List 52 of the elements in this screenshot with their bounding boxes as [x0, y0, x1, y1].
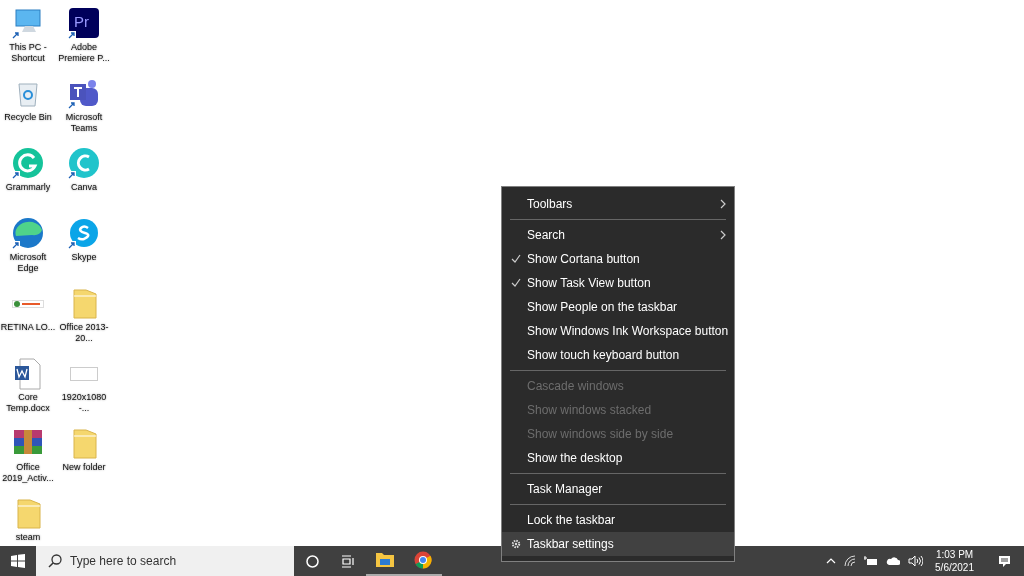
menu-item[interactable]: Show Windows Ink Workspace button [502, 319, 734, 343]
chevron-up-icon[interactable] [826, 558, 837, 564]
menu-item[interactable]: Task Manager [502, 477, 734, 501]
desktop-shortcut[interactable]: This PC - Shortcut [0, 4, 56, 64]
desktop-shortcut[interactable]: Pr Adobe Premiere P... [56, 4, 112, 64]
network-icon[interactable] [844, 555, 857, 567]
settings-icon [511, 539, 521, 549]
chevron-right-icon [720, 230, 726, 240]
menu-item[interactable]: Show the desktop [502, 446, 734, 470]
menu-item[interactable]: Taskbar settings [502, 532, 734, 556]
chevron-right-icon [720, 199, 726, 209]
pr-icon [66, 6, 102, 42]
clock[interactable]: 1:03 PM 5/6/2021 [931, 548, 978, 574]
desktop-shortcut[interactable]: Office 2013-20... [56, 284, 112, 344]
search-field[interactable]: Type here to search [36, 546, 294, 576]
menu-item[interactable]: Show Task View button [502, 271, 734, 295]
desktop-shortcut[interactable]: Core Temp.docx [0, 354, 56, 414]
speaker-icon[interactable] [908, 555, 924, 567]
desktop-shortcut[interactable]: Office 2019_Activ... [0, 424, 56, 484]
desktop-shortcut[interactable]: Recycle Bin [0, 74, 56, 123]
desktop-shortcut[interactable]: 1920x1080 -... [56, 354, 112, 414]
chrome-icon [413, 550, 433, 570]
desktop-shortcut[interactable]: Microsoft Edge [0, 214, 56, 274]
checkmark-icon [511, 254, 521, 263]
search-icon [48, 554, 62, 568]
battery-icon[interactable] [864, 556, 879, 566]
desktop-shortcut[interactable]: steam [0, 494, 56, 543]
menu-item[interactable]: Show People on the taskbar [502, 295, 734, 319]
menu-item[interactable]: Toolbars [502, 192, 734, 216]
desktop-shortcut[interactable]: Skype [56, 214, 112, 263]
grammarly-icon [10, 146, 46, 182]
menu-item[interactable]: Search [502, 223, 734, 247]
logo-text: Pr [74, 13, 89, 31]
edge-icon [10, 216, 46, 252]
desktop-shortcut[interactable]: New folder [56, 424, 112, 473]
explorer-icon [375, 550, 395, 570]
cloud-icon[interactable] [886, 556, 901, 566]
image-icon [12, 300, 44, 308]
desktop-shortcut[interactable]: Microsoft Teams [56, 74, 112, 134]
windows-logo-icon [11, 554, 25, 568]
notification-icon [997, 554, 1011, 568]
menu-item[interactable]: Lock the taskbar [502, 508, 734, 532]
desktop-shortcut[interactable]: RETINA LO... [0, 284, 56, 333]
menu-item[interactable]: Show touch keyboard button [502, 343, 734, 367]
menu-item[interactable]: Show Cortana button [502, 247, 734, 271]
blank-icon [70, 367, 98, 381]
desktop-shortcut[interactable]: Grammarly [0, 144, 56, 193]
circle-icon [305, 554, 319, 568]
desktop-shortcut[interactable]: Canva [56, 144, 112, 193]
checkmark-icon [511, 278, 521, 287]
task-view-icon [341, 554, 355, 568]
canva-icon [66, 146, 102, 182]
